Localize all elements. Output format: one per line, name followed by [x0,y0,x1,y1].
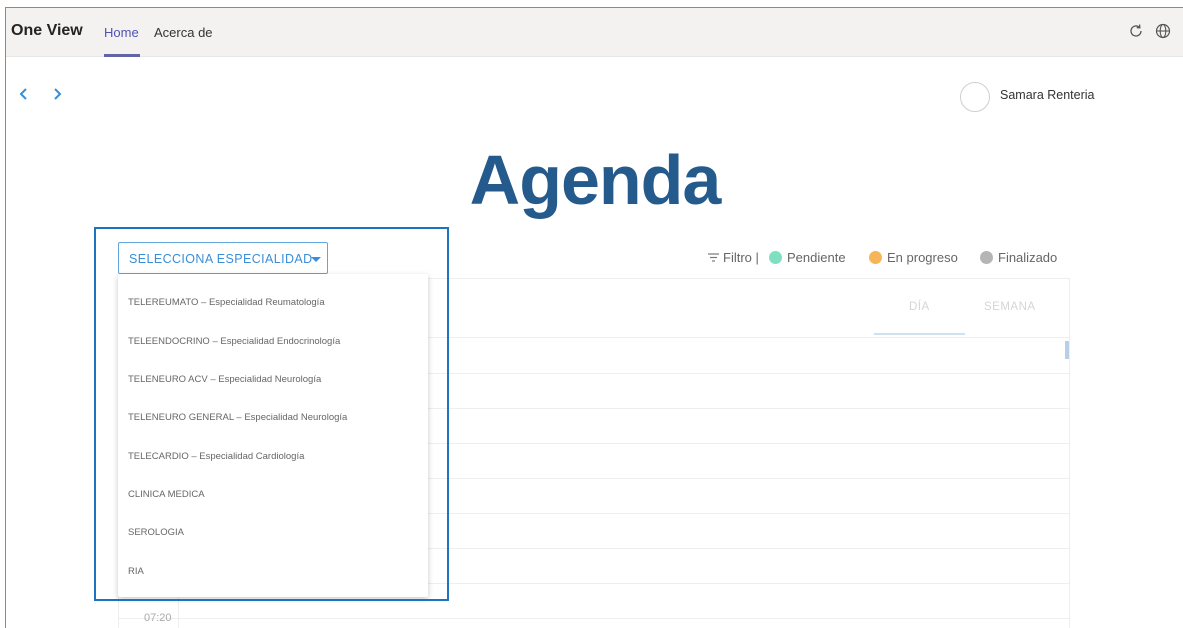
chevron-left-icon[interactable] [16,86,32,102]
legend-pendiente: Pendiente [787,250,846,265]
filter-icon[interactable] [708,253,719,262]
calendar-scrollbar[interactable] [1065,341,1069,359]
app-window: One View Home Acerca de Samara Renteria … [5,7,1183,628]
highlight-annotation-box [94,227,449,601]
top-bar: One View Home Acerca de [6,8,1183,57]
tab-acerca-de[interactable]: Acerca de [154,25,213,40]
en-progreso-dot [869,251,882,264]
filter-label[interactable]: Filtro | [723,250,759,265]
globe-icon[interactable] [1154,22,1172,40]
avatar[interactable] [960,82,990,112]
calendar-time-label: 07:20 [144,612,172,624]
calendar-gridline [118,618,1070,619]
user-name: Samara Renteria [1000,88,1095,102]
active-tab-indicator [104,54,140,57]
calendar-view-indicator [874,333,965,335]
legend-en-progreso: En progreso [887,250,958,265]
app-brand: One View [11,22,83,39]
legend-finalizado: Finalizado [998,250,1058,265]
chevron-right-icon[interactable] [49,86,65,102]
tab-home[interactable]: Home [104,25,139,40]
page-title: Agenda [469,141,722,219]
finalizado-dot [980,251,993,264]
tab-dia[interactable]: DÍA [909,301,930,313]
refresh-icon[interactable] [1127,22,1145,40]
pendiente-dot [769,251,782,264]
tab-semana[interactable]: SEMANA [984,301,1036,313]
